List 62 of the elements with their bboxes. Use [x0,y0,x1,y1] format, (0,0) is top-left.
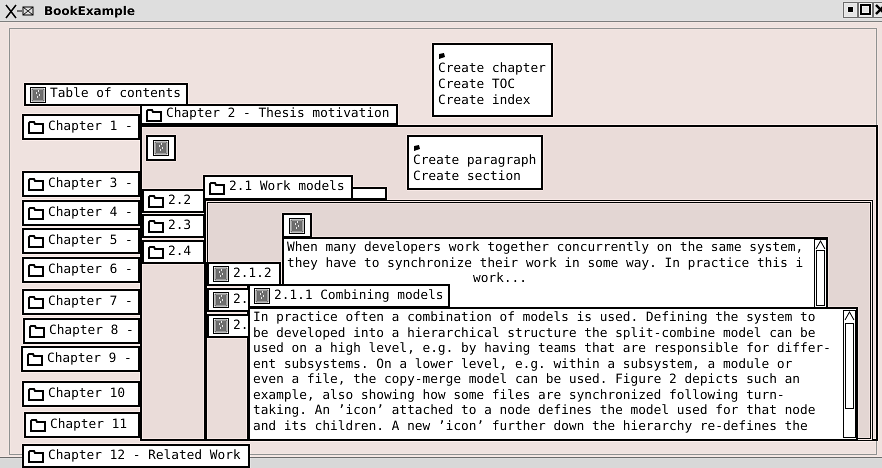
document-icon [213,266,229,282]
menu-item[interactable]: Create paragraph [413,153,537,169]
folder-icon [28,449,44,463]
toc-item[interactable]: Chapter 9 - [21,346,140,372]
menu-item[interactable]: Create chapter [438,61,547,77]
document-icon [254,288,270,304]
toc-item[interactable]: Chapter 11 [24,412,140,438]
section-tab[interactable]: 2.3 [142,214,205,238]
folder-icon [27,352,43,366]
section-tab[interactable]: 2.1 Work models [203,175,353,200]
toc-item[interactable]: Chapter 5 - [22,228,140,254]
paragraph-text: In practice often a combination of models is used. Defining the system to be developed into a hierarchical structure the split-combine model can be used on a high level, e.g. by having teams that are responsible for differ- ent subsystems. On a lower level, e.g. within a subsystem, a module or even a file, the copy-merge model can be used. Figure 2 depicts such an example, also showing how some files are synchronized following turn- taking. An ’icon’ attached to a node defines the model used for that node and its children. A new ’icon’ further down the hierarchy re-defines the [248,307,858,441]
folder-icon [148,245,164,259]
folder-icon [146,108,162,122]
toc-item[interactable]: Chapter 1 - [22,114,140,140]
minimize-button[interactable] [843,2,858,18]
document-icon [30,86,46,102]
document-button[interactable] [282,213,312,238]
scrollbar-thumb[interactable] [816,250,825,306]
document-button[interactable] [146,135,176,161]
folder-icon [28,177,44,191]
folder-icon [28,295,44,309]
folder-icon [28,387,44,401]
section-tab[interactable]: 2.4 [142,240,205,264]
folder-icon [28,234,44,248]
folder-icon [209,180,225,194]
folder-icon [29,324,45,338]
document-icon [213,292,229,308]
folder-icon [148,194,164,208]
toc-item[interactable]: Chapter 12 - Related Work [22,444,250,468]
menu-item[interactable]: Create section [413,169,537,185]
section-tab[interactable]: 2.2 [142,189,205,213]
menu-item[interactable]: Create index [438,93,547,109]
subsection-tab[interactable]: 2. [207,314,251,338]
paragraph-text: work... [473,271,527,286]
toc-item[interactable]: Chapter 6 - [22,257,140,283]
document-icon [213,318,229,334]
chapter-tab[interactable]: Chapter 2 - Thesis motivation [140,104,398,125]
toc-item[interactable]: Chapter 7 - [22,289,140,315]
pointer-icon [413,144,421,152]
pointer-icon [438,52,446,60]
subsection-tab[interactable]: 2. [207,288,251,312]
window-title: BookExample [44,2,135,20]
folder-icon [28,263,44,277]
document-icon [153,140,169,156]
toc-item[interactable]: Table of contents [24,83,188,106]
scrollbar[interactable] [843,310,856,438]
toc-item[interactable]: Chapter 3 - [22,171,140,197]
toc-item[interactable]: Chapter 8 - [23,318,140,344]
maximize-button[interactable] [858,2,873,18]
document-icon [289,218,305,234]
scrollbar-thumb[interactable] [845,323,854,409]
subsection-tab[interactable]: 2.1.2 [207,262,281,286]
folder-icon [28,206,44,220]
menu-item[interactable]: Create TOC [438,77,547,93]
folder-icon [30,418,46,432]
folder-icon [148,219,164,233]
subsection-tab[interactable]: 2.1.1 Combining models [248,284,450,308]
toc-item[interactable]: Chapter 4 - [22,200,140,226]
scrollbar[interactable] [814,239,827,309]
toc-item[interactable]: Chapter 10 [22,381,140,407]
folder-icon [28,120,44,134]
